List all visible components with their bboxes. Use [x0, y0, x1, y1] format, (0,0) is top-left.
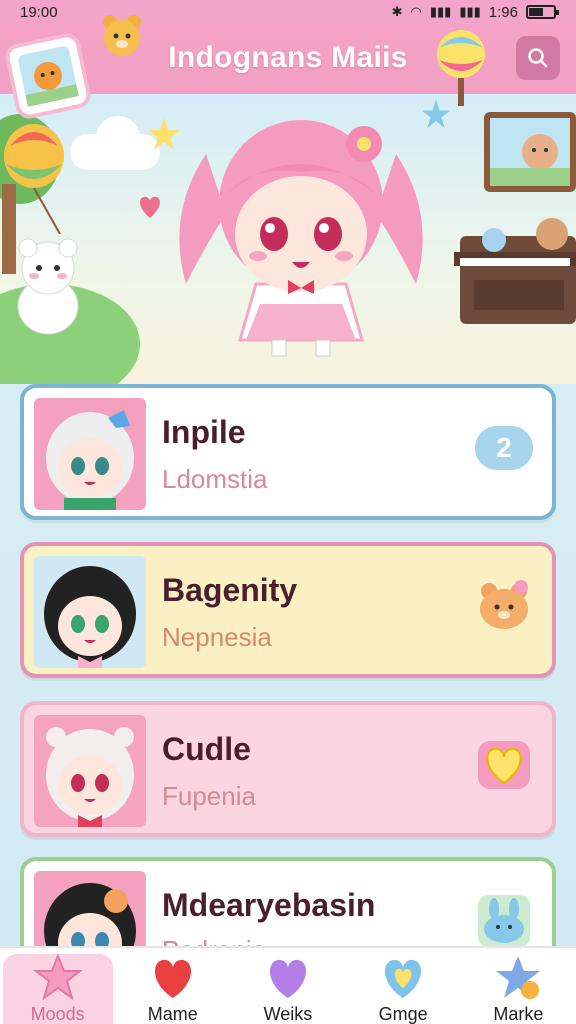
- count-badge[interactable]: 2: [472, 414, 536, 480]
- heart-icon: [478, 741, 530, 789]
- nav-item-gmge[interactable]: Gmge: [348, 954, 458, 1024]
- card-title: Cudle: [162, 731, 251, 767]
- nav-item-moods[interactable]: Moods: [2, 954, 113, 1024]
- bear-badge[interactable]: [472, 574, 536, 638]
- piano-icon: [454, 218, 576, 324]
- nav-item-weiks[interactable]: Weiks: [233, 954, 343, 1024]
- nav-label: Weiks: [263, 1004, 313, 1024]
- bunny-icon: [478, 895, 530, 947]
- balloon-header-icon: [437, 30, 485, 106]
- card-subtitle: Fupenia: [162, 781, 256, 811]
- picture-frame: [484, 112, 576, 192]
- status-bar: 19:00 ✱ ◠ ▮▮▮ ▮▮▮ 1:96: [0, 0, 576, 24]
- bunny-badge[interactable]: [472, 889, 536, 953]
- heart-icon: [385, 959, 422, 998]
- card-subtitle: Nepnesia: [162, 622, 272, 652]
- bottom-nav: Moods Mame Weiks Gmge Marke: [0, 946, 576, 1024]
- nav-label: Mame: [147, 1004, 198, 1024]
- status-right-time: 1:96: [488, 3, 518, 21]
- nav-label: Marke: [493, 1004, 544, 1024]
- nav-item-mame[interactable]: Mame: [118, 954, 228, 1024]
- nav-label: Gmge: [378, 1004, 428, 1024]
- card-subtitle: Ldomstia: [162, 464, 268, 494]
- list-card[interactable]: Bagenity Nepnesia: [20, 542, 556, 678]
- star-icon: [32, 954, 83, 1001]
- status-icons: ✱ ◠ ▮▮▮ ▮▮▮ 1:96: [391, 3, 559, 21]
- heart-badge[interactable]: [472, 733, 536, 797]
- heart-icon: [269, 959, 306, 998]
- bluetooth-icon: ✱: [391, 4, 403, 19]
- status-time: 19:00: [20, 3, 58, 21]
- list-card[interactable]: Inpile Ldomstia 2: [20, 384, 556, 520]
- app-title: Indognans Maiis: [168, 41, 408, 74]
- badge-count: 2: [496, 432, 512, 463]
- app-logo: [2, 30, 94, 122]
- battery-icon: [526, 5, 559, 19]
- avatar: [34, 715, 146, 827]
- balloon-icon: [4, 124, 64, 234]
- list-card[interactable]: Cudle Fupenia: [20, 701, 556, 837]
- signal-icon: ▮▮▮: [429, 4, 452, 19]
- search-icon: [528, 48, 548, 68]
- nav-item-marke[interactable]: Marke: [463, 954, 573, 1024]
- card-title: Inpile: [162, 414, 246, 450]
- search-button[interactable]: [516, 36, 560, 80]
- card-title: Mdearyebasin: [162, 887, 376, 923]
- heart-icon: [154, 959, 191, 998]
- nav-label: Moods: [30, 1004, 85, 1024]
- signal-icon-2: ▮▮▮: [459, 4, 481, 19]
- heart-sparkle-icon: [140, 196, 160, 218]
- white-bear-icon: [17, 238, 79, 335]
- card-title: Bagenity: [162, 572, 298, 608]
- bear-icon: [103, 15, 141, 56]
- avatar: [34, 556, 146, 668]
- cloud-icon: 2: [475, 414, 533, 470]
- wifi-icon: ◠: [410, 4, 422, 19]
- bear-icon: [480, 580, 528, 629]
- avatar: [34, 398, 146, 510]
- main-character: [179, 120, 423, 357]
- star-icon: [496, 956, 541, 999]
- star-icon: [148, 118, 180, 150]
- hero-scene: [0, 94, 576, 384]
